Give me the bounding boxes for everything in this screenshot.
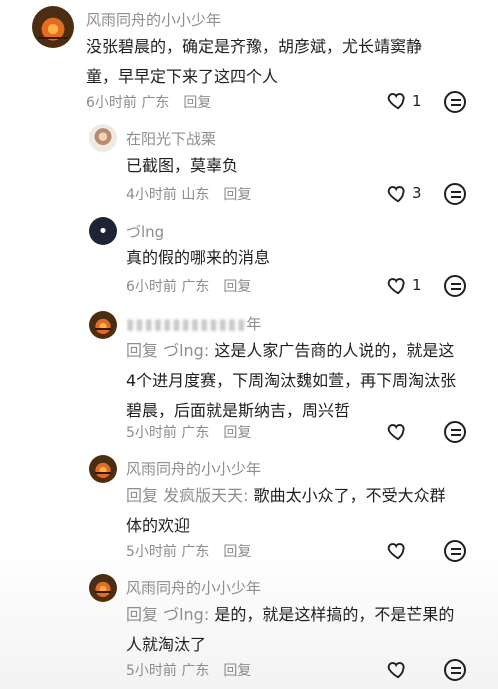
cartoon-avatar-icon[interactable]: [89, 217, 117, 245]
redacted-username: ▮▮▮▮▮▮▮▮▮▮▮▮▮: [126, 315, 247, 333]
like-count: 1: [412, 276, 422, 294]
reply-button[interactable]: 回复: [223, 279, 251, 295]
like-button[interactable]: [387, 658, 413, 682]
comment-text: 真的假的哪来的消息: [126, 248, 271, 267]
comment-time-location: 5小时前 广东: [126, 425, 210, 441]
comment-time-location: 4小时前 山东: [126, 187, 210, 203]
heart-icon: [387, 543, 405, 560]
comment-meta: 6小时前 广东 回复: [86, 92, 211, 112]
more-options-icon[interactable]: [444, 183, 466, 205]
more-options-icon[interactable]: [444, 659, 466, 681]
person-avatar-icon[interactable]: [89, 124, 117, 152]
like-button[interactable]: [387, 274, 413, 298]
like-button[interactable]: [387, 420, 413, 444]
comment-username[interactable]: 风雨同舟的小小少年: [126, 577, 261, 598]
more-options-icon[interactable]: [444, 275, 466, 297]
comment-text: 已截图，莫辜负: [126, 156, 239, 175]
heart-icon: [387, 93, 405, 110]
heart-icon: [387, 186, 405, 203]
like-count: 3: [412, 184, 422, 202]
comment-meta: 5小时前 广东 回复: [126, 660, 251, 680]
comment-username[interactable]: づlng: [126, 221, 164, 242]
comment-time-location: 6小时前 广东: [126, 279, 210, 295]
reply-mention[interactable]: 回复 发疯版天天:: [126, 486, 248, 505]
comment-text: 没张碧晨的，确定是齐豫，胡彦斌，尤长靖窦静童，早早定下来了这四个人: [86, 37, 423, 86]
comment-text: 回复 发疯版天天: 歌曲太小众了，不受大众群体的欢迎: [126, 481, 460, 541]
comment-time-location: 5小时前 广东: [126, 544, 210, 560]
like-count: 1: [412, 92, 422, 110]
comment-username[interactable]: 风雨同舟的小小少年: [86, 9, 221, 30]
more-options-icon[interactable]: [444, 540, 466, 562]
sunset-avatar-icon[interactable]: [89, 574, 117, 602]
reply-button[interactable]: 回复: [223, 663, 251, 679]
comment-username[interactable]: 在阳光下战栗: [126, 128, 216, 149]
comment-time-location: 5小时前 广东: [126, 663, 210, 679]
comment-username[interactable]: 风雨同舟的小小少年: [126, 458, 261, 479]
comment-text: 回复 づlng: 是的，就是这样搞的，不是芒果的人就淘汰了: [126, 600, 460, 660]
comment-meta: 6小时前 广东 回复: [126, 276, 251, 296]
reply-mention[interactable]: 回复 づlng:: [126, 605, 209, 624]
sunset-avatar-icon[interactable]: [89, 455, 117, 483]
username-suffix: 年: [246, 315, 262, 333]
sunset-avatar-icon[interactable]: [32, 6, 74, 48]
like-button[interactable]: [387, 182, 413, 206]
comment-meta: 5小时前 广东 回复: [126, 422, 251, 442]
heart-icon: [387, 424, 405, 441]
reply-mention[interactable]: 回复 づlng:: [126, 341, 209, 360]
reply-button[interactable]: 回复: [223, 187, 251, 203]
reply-button[interactable]: 回复: [223, 544, 251, 560]
comment-meta: 5小时前 广东 回复: [126, 541, 251, 561]
sunset-avatar-icon[interactable]: [89, 311, 117, 339]
comment-username[interactable]: ▮▮▮▮▮▮▮▮▮▮▮▮▮年: [126, 313, 261, 334]
comment-meta: 4小时前 山东 回复: [126, 184, 251, 204]
reply-button[interactable]: 回复: [223, 425, 251, 441]
like-button[interactable]: [387, 89, 413, 113]
comment-time-location: 6小时前 广东: [86, 95, 170, 111]
more-options-icon[interactable]: [444, 91, 466, 113]
comment-text: 回复 づlng: 这是人家广告商的人说的，就是这4个进月度赛，下周淘汰魏如萱，再…: [126, 336, 460, 426]
heart-icon: [387, 278, 405, 295]
like-button[interactable]: [387, 539, 413, 563]
more-options-icon[interactable]: [444, 421, 466, 443]
reply-button[interactable]: 回复: [183, 95, 211, 111]
heart-icon: [387, 662, 405, 679]
comment-thread: 风雨同舟的小小少年 没张碧晨的，确定是齐豫，胡彦斌，尤长靖窦静童，早早定下来了这…: [0, 0, 498, 689]
